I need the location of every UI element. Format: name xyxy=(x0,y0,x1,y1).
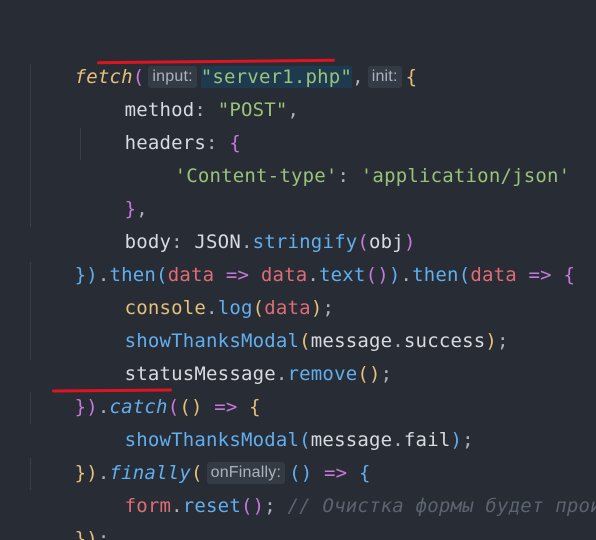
paren: () xyxy=(240,495,265,517)
parameter: data xyxy=(470,264,517,286)
code-line-12[interactable]: showThanksModal(message.fail); xyxy=(78,391,474,451)
method-name: remove xyxy=(287,363,358,385)
dot: . xyxy=(392,330,404,352)
code-line-11[interactable]: }).catch(() => { xyxy=(28,358,261,418)
code-line-15[interactable]: }); xyxy=(28,490,110,540)
paren: ( xyxy=(458,264,471,286)
code-line-4[interactable]: 'Content-type': 'application/json' xyxy=(128,127,571,187)
semicolon: ; xyxy=(380,363,393,385)
semicolon: ; xyxy=(97,528,110,540)
property-name: fail xyxy=(403,429,451,451)
semicolon: ; xyxy=(264,495,276,517)
code-line-13[interactable]: }).finally(onFinally:() => { xyxy=(28,424,371,484)
colon: : xyxy=(337,165,361,187)
code-line-14[interactable]: form.reset(); // Очистка формы будет про… xyxy=(78,457,596,517)
string-value: 'application/json' xyxy=(360,165,571,187)
comma: , xyxy=(352,66,364,88)
code-line-10[interactable]: statusMessage.remove(); xyxy=(78,325,393,385)
code-line-6[interactable]: body: JSON.stringify(obj) xyxy=(78,193,416,253)
property-name: success xyxy=(403,330,486,352)
code-line-5[interactable]: }, xyxy=(78,160,148,220)
code-editor[interactable]: fetch(input: "server1.php", init:{ method:… xyxy=(0,0,596,540)
dot: . xyxy=(400,264,413,286)
code-line-9[interactable]: showThanksModal(message.success); xyxy=(78,292,509,352)
comma: , xyxy=(287,99,300,121)
param-hint-init: init: xyxy=(367,66,402,88)
code-line-8[interactable]: console.log(data); xyxy=(78,259,334,319)
method-name: reset xyxy=(182,495,241,517)
code-line-2[interactable]: method: "POST", xyxy=(78,61,299,121)
brace: }) xyxy=(74,528,98,540)
code-line-7[interactable]: }).then(data => data.text()).then(data =… xyxy=(28,226,575,286)
method-name: then xyxy=(412,264,459,286)
paren: ) xyxy=(450,429,463,451)
paren: () xyxy=(357,363,381,385)
arrow: => xyxy=(516,264,564,286)
object-name: form xyxy=(124,495,172,517)
paren: ) xyxy=(485,330,498,352)
semicolon: ; xyxy=(462,429,474,451)
code-comment: // Очистка формы будет проис xyxy=(275,495,596,517)
code-line-1[interactable]: fetch(input: "server1.php", init:{ xyxy=(28,28,417,88)
paren: ) xyxy=(388,264,401,286)
paren: () xyxy=(365,264,389,286)
code-line-3[interactable]: headers: { xyxy=(78,94,241,154)
brace: { xyxy=(563,264,576,286)
semicolon: ; xyxy=(497,330,509,352)
dot: . xyxy=(171,495,183,517)
brace: { xyxy=(405,66,418,88)
dot: . xyxy=(392,429,404,451)
dot: . xyxy=(275,363,288,385)
property-key: 'Content-type' xyxy=(174,165,338,187)
